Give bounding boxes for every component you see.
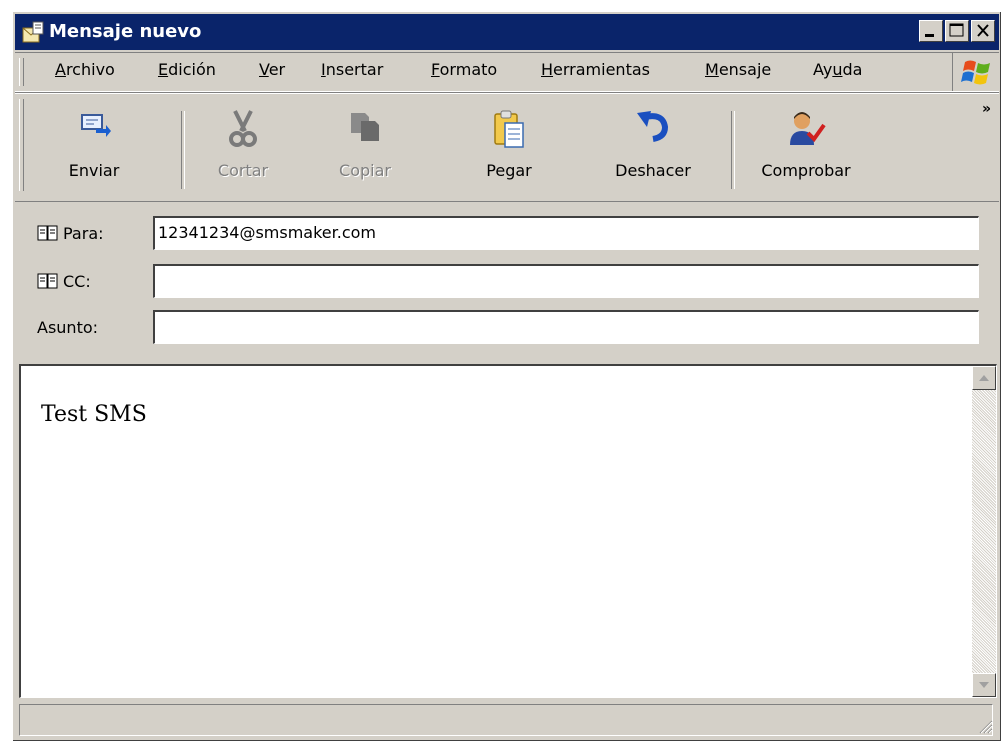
scroll-up-arrow-icon bbox=[979, 375, 989, 381]
subject-field[interactable] bbox=[153, 310, 979, 344]
scroll-down-button[interactable] bbox=[972, 673, 996, 697]
vertical-scrollbar[interactable] bbox=[972, 366, 996, 697]
cc-label: CC: bbox=[63, 272, 91, 291]
minimize-icon bbox=[925, 34, 934, 37]
new-message-icon bbox=[22, 21, 44, 43]
paste-icon bbox=[494, 110, 524, 148]
window-title: Mensaje nuevo bbox=[49, 21, 202, 42]
cut-label: Cortar bbox=[217, 161, 269, 180]
scroll-down-arrow-icon bbox=[979, 682, 989, 688]
address-book-icon bbox=[37, 225, 58, 241]
toolbar: Enviar Cortar Copiar Pegar Deshacer Comp… bbox=[15, 92, 999, 202]
send-label: Enviar bbox=[68, 161, 120, 180]
to-field[interactable]: 12341234@smsmaker.com bbox=[153, 216, 979, 250]
maximize-button[interactable] bbox=[945, 20, 969, 42]
status-bar bbox=[19, 704, 993, 736]
address-book-icon bbox=[37, 273, 58, 289]
windows-logo-icon bbox=[952, 53, 999, 91]
close-icon bbox=[977, 24, 989, 37]
menu-herramientas[interactable]: Herramientas bbox=[541, 60, 650, 79]
resize-grip-icon[interactable] bbox=[977, 718, 993, 734]
cut-button[interactable]: Cortar bbox=[193, 99, 293, 195]
paste-button[interactable]: Pegar bbox=[459, 99, 559, 195]
to-label-button[interactable]: Para: bbox=[37, 224, 104, 243]
menu-archivo[interactable]: Archivo bbox=[55, 60, 115, 79]
cc-label-button[interactable]: CC: bbox=[37, 272, 91, 291]
check-names-button[interactable]: Comprobar bbox=[741, 99, 871, 195]
maximize-icon bbox=[949, 23, 964, 37]
menu-bar: Archivo Edición Ver Insertar Formato Her… bbox=[15, 52, 999, 92]
toolbar-separator bbox=[181, 111, 185, 189]
menubar-grip[interactable] bbox=[19, 58, 24, 86]
copy-icon bbox=[351, 113, 379, 141]
to-label: Para: bbox=[63, 224, 104, 243]
minimize-button[interactable] bbox=[919, 20, 943, 42]
scissors-icon bbox=[229, 110, 257, 147]
paste-label: Pegar bbox=[486, 161, 532, 180]
menu-ayuda[interactable]: Ayuda bbox=[813, 60, 862, 79]
toolbar-overflow-chevron[interactable]: » bbox=[982, 101, 991, 117]
compose-window: Mensaje nuevo Archivo Edición Ver Insert… bbox=[12, 11, 1001, 741]
menu-mensaje[interactable]: Mensaje bbox=[705, 60, 771, 79]
status-panel bbox=[19, 704, 993, 736]
check-names-icon bbox=[790, 112, 826, 145]
scroll-up-button[interactable] bbox=[972, 366, 996, 390]
undo-button[interactable]: Deshacer bbox=[593, 99, 713, 195]
send-icon bbox=[81, 114, 111, 137]
subject-label: Asunto: bbox=[37, 318, 99, 337]
menu-edicion[interactable]: Edición bbox=[158, 60, 216, 79]
copy-button[interactable]: Copiar bbox=[315, 99, 415, 195]
toolbar-grip[interactable] bbox=[19, 99, 24, 191]
message-body-text: Test SMS bbox=[41, 402, 147, 427]
menu-ver[interactable]: Ver bbox=[259, 60, 285, 79]
undo-label: Deshacer bbox=[615, 161, 691, 180]
undo-icon bbox=[637, 111, 669, 142]
cc-field[interactable] bbox=[153, 264, 979, 298]
check-names-label: Comprobar bbox=[761, 161, 851, 180]
copy-label: Copiar bbox=[339, 161, 391, 180]
close-button[interactable] bbox=[971, 20, 995, 42]
menu-formato[interactable]: Formato bbox=[431, 60, 497, 79]
message-body[interactable]: Test SMS bbox=[19, 364, 997, 698]
send-button[interactable]: Enviar bbox=[39, 99, 149, 195]
toolbar-separator bbox=[731, 111, 735, 189]
title-bar[interactable]: Mensaje nuevo bbox=[15, 14, 999, 50]
menu-insertar[interactable]: Insertar bbox=[321, 60, 383, 79]
